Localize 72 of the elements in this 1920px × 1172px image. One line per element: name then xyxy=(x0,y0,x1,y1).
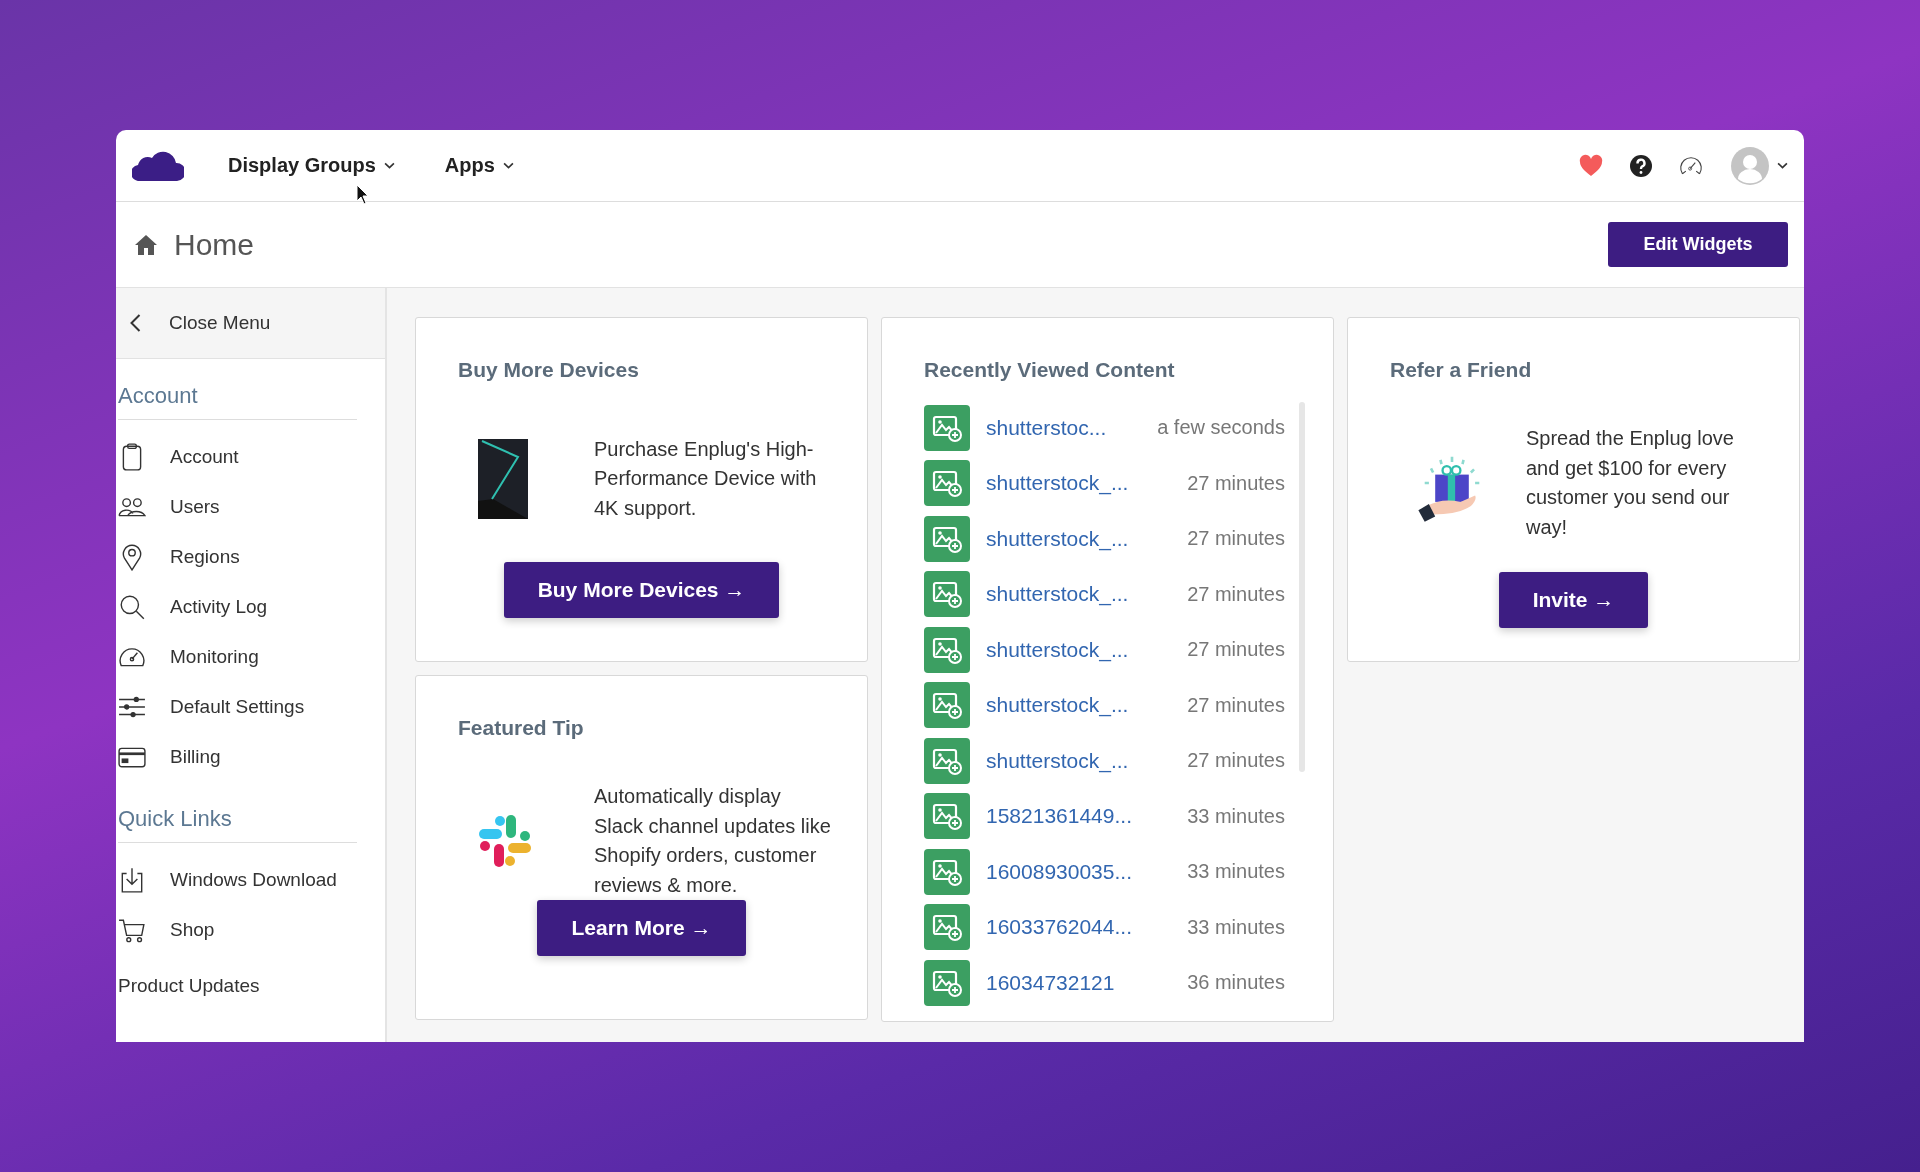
viewed-time: 27 minutes xyxy=(1187,749,1285,773)
viewed-time: 33 minutes xyxy=(1187,860,1285,884)
nav-menu[interactable]: Display Groups xyxy=(228,150,395,181)
content-link[interactable]: 15821361449... xyxy=(986,804,1188,829)
invite-button[interactable]: Invite → xyxy=(1498,572,1649,628)
content-link[interactable]: 16008930035... xyxy=(986,859,1188,884)
widget-title: Buy More Devices xyxy=(458,358,640,382)
image-file-icon xyxy=(924,571,970,618)
help-icon[interactable] xyxy=(1629,153,1653,178)
content-link[interactable]: shutterstock_... xyxy=(986,693,1188,718)
widget-text: Purchase Enplug's High-Performance Device with 4K support. xyxy=(594,436,818,521)
image-file-icon xyxy=(924,515,970,562)
pointer-cursor-icon xyxy=(356,184,370,206)
close-menu-button[interactable]: Close Menu xyxy=(116,288,385,359)
edit-widgets-button[interactable]: Edit Widgets xyxy=(1608,222,1788,267)
widget-title: Featured Tip xyxy=(458,716,585,740)
caret-icon xyxy=(502,162,514,169)
section-heading: Product Updates xyxy=(118,975,261,997)
sidebar-item[interactable]: Default Settings xyxy=(116,682,385,732)
buy-devices-button[interactable]: Buy More Devices → xyxy=(503,562,780,618)
hash-logo-icon xyxy=(478,814,532,868)
viewed-time: 27 minutes xyxy=(1187,527,1285,551)
home-icon xyxy=(134,233,158,256)
sidebar-item[interactable]: Windows Download xyxy=(116,855,385,905)
heart-icon[interactable] xyxy=(1579,153,1603,178)
search-icon xyxy=(118,593,146,621)
image-file-icon xyxy=(924,460,970,507)
viewed-time: 27 minutes xyxy=(1187,693,1285,717)
widget-title: Recently Viewed Content xyxy=(924,358,1176,382)
widget-text: Automatically display Slack channel updates like Shopify orders, customer reviews & more. xyxy=(594,784,832,898)
content-link[interactable]: shutterstock_... xyxy=(986,471,1188,496)
back-icon xyxy=(130,314,141,332)
scrollbar[interactable] xyxy=(1299,402,1305,772)
image-file-icon xyxy=(924,404,970,451)
image-file-icon xyxy=(924,626,970,673)
content-link[interactable]: shutterstock_... xyxy=(986,582,1188,607)
image-file-icon xyxy=(924,793,970,840)
viewed-time: 27 minutes xyxy=(1187,582,1285,606)
viewed-time: a few seconds xyxy=(1157,416,1285,440)
page-title: Home xyxy=(174,227,255,262)
sidebar-item[interactable]: Activity Log xyxy=(116,582,385,632)
image-file-icon xyxy=(924,737,970,784)
viewed-time: 27 minutes xyxy=(1187,471,1285,495)
content-link[interactable]: 16033762044... xyxy=(986,915,1188,940)
content-link[interactable]: 16034732121 xyxy=(986,970,1188,995)
sidebar-item[interactable]: Billing xyxy=(116,732,385,782)
sidebar-item[interactable]: Account xyxy=(116,432,385,482)
sidebar-item[interactable]: Monitoring xyxy=(116,632,385,682)
section-heading: Account xyxy=(118,383,357,420)
sidebar-item[interactable]: Shop xyxy=(116,905,385,955)
content-link[interactable]: shutterstock_... xyxy=(986,748,1188,773)
viewed-time: 33 minutes xyxy=(1187,804,1285,828)
caret-icon xyxy=(383,162,395,169)
learn-more-button[interactable]: Learn More → xyxy=(537,900,746,956)
widget-text: Spread the Enplug love and get $100 for every customer you send our way! xyxy=(1526,426,1735,540)
viewed-time: 36 minutes xyxy=(1187,971,1285,995)
image-file-icon xyxy=(924,848,970,895)
viewed-time: 33 minutes xyxy=(1187,915,1285,939)
widget-title: Refer a Friend xyxy=(1390,358,1533,382)
image-file-icon xyxy=(924,682,970,729)
sidebar-item[interactable]: Users xyxy=(116,482,385,532)
image-file-icon xyxy=(924,904,970,951)
cloud-logo-icon[interactable] xyxy=(132,150,184,181)
nav-menu[interactable]: Apps xyxy=(444,150,514,181)
image-file-icon xyxy=(924,959,970,1006)
content-link[interactable]: shutterstoc... xyxy=(986,415,1158,440)
section-heading: Quick Links xyxy=(118,806,357,843)
content-link[interactable]: shutterstock_... xyxy=(986,637,1188,662)
sidebar-item[interactable]: Regions xyxy=(116,532,385,582)
caret-icon[interactable] xyxy=(1777,162,1788,169)
viewed-time: 27 minutes xyxy=(1187,638,1285,662)
content-link[interactable]: shutterstock_... xyxy=(986,526,1188,551)
